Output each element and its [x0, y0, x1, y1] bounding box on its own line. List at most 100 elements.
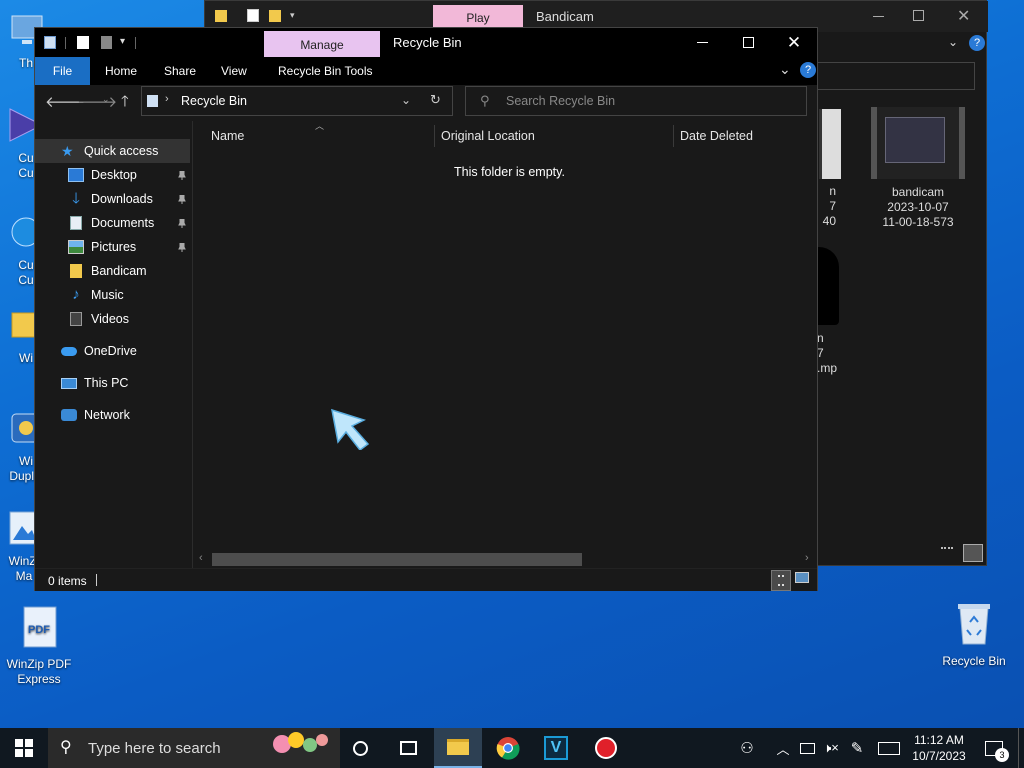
nav-label: Desktop	[91, 168, 137, 182]
task-view-button[interactable]	[384, 728, 432, 768]
column-divider[interactable]	[434, 125, 435, 147]
status-divider	[96, 574, 97, 586]
chrome-icon	[496, 737, 520, 760]
column-header-date-deleted[interactable]: Date Deleted	[680, 123, 753, 149]
up-button[interactable]: 🡑	[121, 91, 129, 116]
tab-view[interactable]: View	[221, 57, 247, 85]
address-bar[interactable]: › Recycle Bin ⌄ ↻	[141, 86, 453, 116]
bandicam-taskbar-button[interactable]	[582, 728, 630, 768]
scroll-right-icon[interactable]: ›	[805, 552, 809, 564]
touch-keyboard-button[interactable]	[874, 728, 904, 768]
close-button[interactable]: ✕	[771, 28, 817, 58]
file-item-bandicam[interactable]: bandicam 2023-10-07 11-00-18-573	[865, 107, 971, 230]
details-view-icon[interactable]	[941, 547, 953, 559]
taskbar-search-box[interactable]: ⚲ Type here to search	[48, 728, 340, 768]
folder-icon	[70, 264, 82, 278]
breadcrumb-chevron-icon[interactable]: ›	[165, 93, 169, 105]
details-view-button[interactable]	[771, 570, 791, 591]
nav-item-videos[interactable]: Videos	[35, 307, 190, 331]
pdf-icon: PDF	[16, 605, 62, 651]
new-folder-icon[interactable]	[101, 36, 112, 49]
qat-dropdown-icon[interactable]: ▾	[120, 36, 125, 47]
refresh-icon[interactable]: ↻	[430, 92, 441, 108]
tab-share[interactable]: Share	[164, 57, 196, 85]
file-list[interactable]: ︿ Name Original Location Date Deleted Th…	[193, 121, 817, 568]
show-desktop-button[interactable]	[1018, 728, 1024, 768]
nav-label: OneDrive	[84, 344, 137, 358]
desktop-icon-winzip-pdf[interactable]: PDF WinZip PDF Express	[3, 605, 75, 687]
recent-locations-icon[interactable]: ⌄	[102, 94, 110, 105]
scroll-left-icon[interactable]: ‹	[199, 552, 203, 564]
chrome-taskbar-button[interactable]	[484, 728, 532, 768]
show-hidden-icons-button[interactable]: ︿	[772, 728, 794, 768]
breadcrumb[interactable]: Recycle Bin	[181, 94, 247, 108]
recycle-bin-window[interactable]: ▾ Manage Recycle Bin ✕ File Home Share V…	[34, 27, 818, 591]
forward-button[interactable]: 🡒	[77, 92, 117, 111]
video-thumbnail	[871, 107, 965, 179]
file-item-partial-2: n 7 ).mp	[813, 331, 861, 376]
nav-this-pc[interactable]: This PC	[35, 371, 190, 395]
desktop-icon-label: WinZip PDF Express	[6, 657, 72, 686]
expand-ribbon-icon[interactable]: ⌄	[779, 61, 791, 78]
horizontal-scrollbar[interactable]: ‹ ›	[193, 551, 817, 568]
cortana-button[interactable]	[336, 728, 384, 768]
large-icons-view-button[interactable]	[795, 572, 811, 587]
network-status-button[interactable]	[796, 728, 818, 768]
nav-quick-access[interactable]: ★ Quick access	[35, 139, 190, 163]
video-thumbnail-partial[interactable]	[819, 109, 841, 179]
properties-icon[interactable]	[77, 36, 89, 49]
properties-icon	[247, 9, 259, 22]
volume-button[interactable]: 🕨×	[820, 728, 842, 768]
bandicam-search-field[interactable]	[811, 62, 975, 90]
keyboard-icon	[878, 741, 900, 755]
nav-label: Network	[84, 408, 130, 422]
maximize-button[interactable]	[725, 28, 771, 58]
minimize-button[interactable]	[679, 28, 725, 58]
tab-file[interactable]: File	[35, 57, 90, 85]
minimize-icon[interactable]	[873, 16, 884, 17]
search-box[interactable]: ⚲ Search Recycle Bin	[465, 86, 807, 116]
notification-count-badge: 3	[995, 747, 1009, 762]
file-date: 2023-10-07	[887, 200, 949, 214]
maximize-icon[interactable]	[913, 10, 924, 21]
nav-item-desktop[interactable]: Desktop	[35, 163, 190, 187]
file-explorer-taskbar-button[interactable]	[434, 728, 482, 768]
help-icon[interactable]: ?	[800, 62, 816, 78]
address-dropdown-icon[interactable]: ⌄	[401, 93, 411, 107]
desktop-recycle-bin[interactable]: Recycle Bin	[938, 600, 1010, 669]
help-icon[interactable]: ?	[969, 35, 985, 51]
column-header-name[interactable]: Name	[211, 123, 244, 149]
clock[interactable]: 11:12 AM 10/7/2023	[906, 728, 972, 768]
nav-item-documents[interactable]: Documents	[35, 211, 190, 235]
qat-dropdown-icon[interactable]: ▾	[290, 10, 295, 21]
expand-ribbon-icon[interactable]: ⌄	[948, 35, 958, 49]
nav-item-downloads[interactable]: 🡓 Downloads	[35, 187, 190, 211]
videos-icon	[70, 312, 82, 326]
people-button[interactable]: ⚇	[734, 728, 760, 768]
search-input[interactable]: Search Recycle Bin	[506, 94, 615, 108]
tab-recycle-bin-tools[interactable]: Recycle Bin Tools	[278, 57, 373, 85]
scrollbar-thumb[interactable]	[212, 553, 582, 566]
taskbar-search-input[interactable]: Type here to search	[88, 740, 221, 757]
column-header-original-location[interactable]: Original Location	[441, 123, 535, 149]
desktop-icon-label: Recycle Bin	[942, 654, 1006, 668]
vscode-taskbar-button[interactable]: V	[532, 728, 580, 768]
desktop-icon-label: Cu Cu	[18, 151, 34, 180]
action-center-button[interactable]: 3	[978, 728, 1010, 768]
nav-onedrive[interactable]: OneDrive	[35, 339, 190, 363]
nav-item-bandicam[interactable]: Bandicam	[35, 259, 190, 283]
tab-home[interactable]: Home	[105, 57, 137, 85]
close-icon[interactable]: ✕	[957, 6, 970, 26]
titlebar[interactable]: ▾ Manage Recycle Bin ✕	[35, 28, 817, 58]
large-icons-view-icon[interactable]	[963, 544, 983, 562]
nav-network[interactable]: Network	[35, 403, 190, 427]
pen-workspace-button[interactable]: ✎	[846, 728, 868, 768]
network-icon	[61, 409, 77, 421]
file-item-partial: n 7 40	[816, 184, 836, 229]
start-button[interactable]	[0, 728, 48, 768]
manage-context-tab[interactable]: Manage	[264, 31, 380, 58]
nav-item-music[interactable]: ♪ Music	[35, 283, 190, 307]
desktop-icon	[68, 168, 84, 182]
nav-item-pictures[interactable]: Pictures	[35, 235, 190, 259]
column-divider[interactable]	[673, 125, 674, 147]
